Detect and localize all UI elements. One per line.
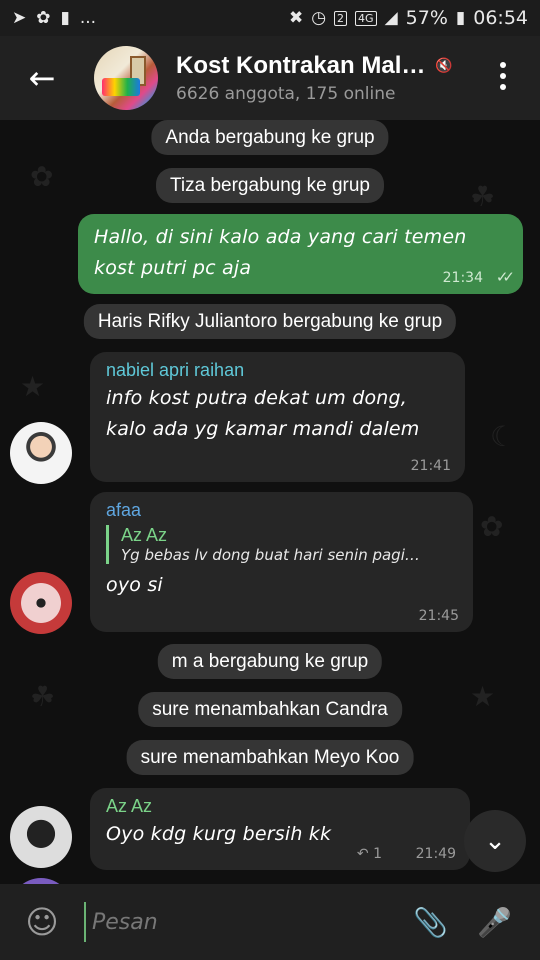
outgoing-message[interactable]: Hallo, di sini kalo ada yang cari temen … (78, 214, 523, 294)
message-text: oyo si (106, 574, 163, 596)
service-message: Haris Rifky Juliantoro bergabung ke grup (83, 304, 457, 339)
chat-header: ← Kost Kontrakan Mal… 🔇 6626 anggota, 17… (0, 36, 540, 120)
incoming-message[interactable]: Az Az Oyo kdg kurg bersih kk ↶ 1 21:49 (90, 788, 470, 870)
reply-sender: Az Az (121, 525, 168, 545)
message-sender[interactable]: afaa (106, 500, 457, 521)
scroll-to-bottom-button[interactable]: ⌄ (464, 810, 526, 872)
message-text: Oyo kdg kurg bersih kk (106, 823, 332, 845)
twitter-icon: ✿ (36, 7, 51, 28)
doodle-icon: ✿ (480, 510, 504, 543)
muted-icon: 🔇 (435, 58, 453, 74)
chevron-down-icon: ⌄ (484, 826, 506, 856)
service-message: m a bergabung ke grup (157, 644, 383, 679)
send-icon: ➤ (12, 7, 27, 28)
alarm-icon: ◷ (311, 7, 327, 28)
message-sender[interactable]: Az Az (106, 796, 454, 817)
doodle-icon: ☘ (470, 180, 496, 213)
message-time: 21:41 (410, 458, 451, 474)
message-sender[interactable]: nabiel apri raihan (106, 360, 449, 381)
service-message: sure menambahkan Candra (138, 692, 402, 727)
message-time: 21:49 (415, 846, 456, 862)
message-text: info kost putra dekat um dong, kalo ada … (106, 387, 420, 440)
back-button[interactable]: ← (0, 36, 84, 120)
clock: 06:54 (473, 7, 528, 29)
smiley-icon: ☺ (25, 903, 59, 941)
more-notifications-indicator: ... (79, 7, 97, 28)
chat-info[interactable]: Kost Kontrakan Mal… 🔇 6626 anggota, 175 … (176, 52, 476, 104)
read-checks-icon: ✓✓ (495, 268, 515, 286)
arrow-left-icon: ← (28, 59, 56, 97)
chat-title: Kost Kontrakan Mal… (176, 52, 426, 79)
signal-icon: ◢ (384, 7, 398, 28)
doodle-icon: ★ (20, 370, 46, 403)
emoji-button[interactable]: ☺ (0, 903, 84, 941)
attach-button[interactable]: 📎 (413, 906, 448, 939)
message-time: 21:34 (442, 270, 483, 286)
doodle-icon: ★ (470, 680, 496, 713)
status-bar: ➤ ✿ ▮ ... ✖ ◷ 2 4G ◢ 57% ▮ 06:54 (0, 0, 540, 36)
dot-icon (500, 84, 506, 90)
battery-percent: 57% (405, 7, 448, 29)
service-message: Tiza bergabung ke grup (156, 168, 384, 203)
sim-icon: 2 (334, 10, 348, 26)
incoming-message[interactable]: nabiel apri raihan info kost putra dekat… (90, 352, 465, 482)
doodle-icon: ✿ (30, 160, 54, 193)
incoming-message[interactable]: afaa Az Az Yg bebas lv dong buat hari se… (90, 492, 473, 632)
group-avatar[interactable] (94, 46, 158, 110)
battery-icon: ▮ (455, 7, 466, 28)
microphone-button[interactable]: 🎤 (477, 906, 512, 939)
avatar[interactable] (10, 422, 72, 484)
reply-quote[interactable]: Az Az Yg bebas lv dong buat hari senin p… (106, 525, 457, 564)
member-count: 6626 anggota, 175 online (176, 84, 396, 104)
reply-count[interactable]: ↶ 1 (357, 846, 382, 862)
dot-icon (500, 73, 506, 79)
doodle-icon: ☘ (30, 680, 56, 713)
message-time: 21:45 (418, 608, 459, 624)
message-list[interactable]: ✿ ☘ ★ ☾ ✿ ☘ ★ Anda bergabung ke grup Tiz… (0, 120, 540, 884)
reply-text: Yg bebas lv dong buat hari senin pagi… (121, 546, 420, 564)
network-type-icon: 4G (355, 10, 377, 26)
message-input[interactable] (84, 902, 384, 942)
mute-icon: ✖ (288, 7, 304, 28)
service-message: Anda bergabung ke grup (151, 120, 389, 155)
dot-icon (500, 62, 506, 68)
doodle-icon: ☾ (490, 420, 516, 453)
more-menu-button[interactable] (488, 62, 518, 90)
service-message: sure menambahkan Meyo Koo (126, 740, 414, 775)
message-composer: ☺ 📎 🎤 (0, 884, 540, 960)
avatar[interactable] (10, 572, 72, 634)
avatar[interactable] (10, 806, 72, 868)
chat-notification-icon: ▮ (60, 7, 70, 28)
